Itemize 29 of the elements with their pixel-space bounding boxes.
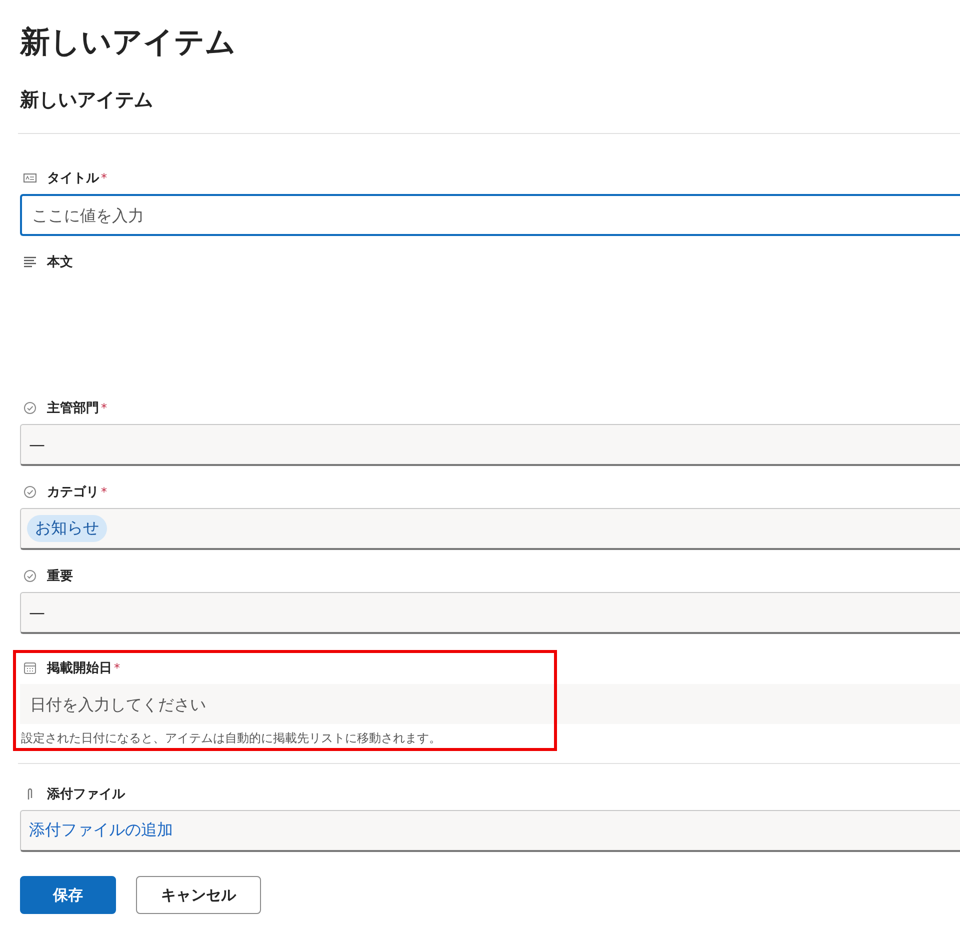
text-input[interactable]: ここに値を入力 xyxy=(20,194,960,236)
required-mark: * xyxy=(101,485,107,499)
required-mark: * xyxy=(101,171,107,185)
field-label: 本文 xyxy=(47,254,73,271)
choice-field[interactable]: — xyxy=(20,592,960,634)
page-title: 新しいアイテム xyxy=(20,24,237,62)
paragraph-icon xyxy=(23,255,37,269)
field-label: カテゴリ xyxy=(47,484,99,501)
form-title: 新しいアイテム xyxy=(20,88,154,113)
check-circle-icon xyxy=(23,401,37,415)
text-field-icon xyxy=(23,171,37,185)
required-mark: * xyxy=(114,661,120,675)
date-input[interactable]: 日付を入力してください xyxy=(20,684,960,724)
cancel-button[interactable]: キャンセル xyxy=(136,876,261,914)
field-label: 重要 xyxy=(47,568,73,585)
category-tag[interactable]: お知らせ xyxy=(27,515,107,542)
field-label: 添付ファイル xyxy=(47,786,125,803)
save-button[interactable]: 保存 xyxy=(20,876,116,914)
check-circle-icon xyxy=(23,485,37,499)
choice-field[interactable]: お知らせ xyxy=(20,508,960,550)
choice-field[interactable]: — xyxy=(20,424,960,466)
calendar-icon xyxy=(23,661,37,675)
check-circle-icon xyxy=(23,569,37,583)
add-attachment-link[interactable]: 添付ファイルの追加 xyxy=(27,820,173,841)
field-label: 主管部門 xyxy=(47,400,99,417)
field-label: タイトル xyxy=(47,170,99,187)
required-mark: * xyxy=(101,401,107,415)
field-label: 掲載開始日 xyxy=(47,660,112,677)
hint-text: 設定された日付になると、アイテムは自動的に掲載先リストに移動されます。 xyxy=(21,730,442,747)
